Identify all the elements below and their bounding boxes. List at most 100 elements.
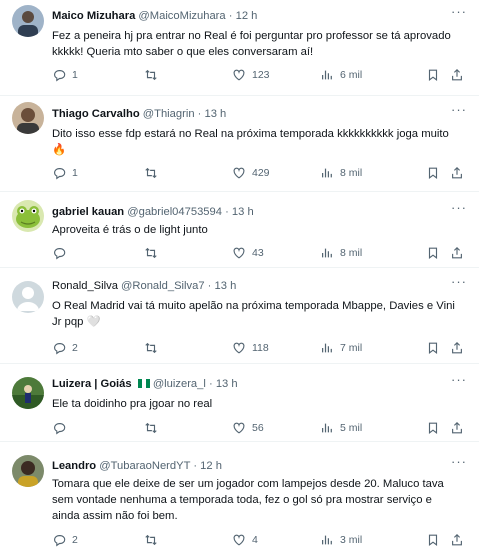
like-button[interactable]: 429: [232, 164, 270, 182]
tweet-header: Leandro @TubaraoNerdYT · 12 h: [52, 459, 449, 473]
views-icon: [322, 423, 332, 433]
timestamp[interactable]: 13 h: [232, 206, 254, 218]
user-handle[interactable]: @luizera_l: [153, 378, 206, 390]
separator-dot: ·: [225, 206, 229, 218]
bookmark-button[interactable]: [426, 66, 440, 84]
views-button[interactable]: 7 mil: [320, 339, 362, 357]
separator-dot: ·: [228, 10, 233, 22]
user-handle[interactable]: @Thiagrin: [143, 108, 195, 120]
retweet-button[interactable]: [144, 164, 164, 182]
avatar[interactable]: [12, 200, 44, 232]
like-button[interactable]: 43: [232, 244, 264, 262]
views-button[interactable]: 5 mil: [320, 419, 362, 437]
like-button[interactable]: 56: [232, 419, 264, 437]
reply-button[interactable]: 2: [52, 531, 78, 549]
reply-button[interactable]: 2: [52, 339, 78, 357]
views-icon: [322, 248, 332, 258]
views-icon: [322, 168, 332, 178]
display-name[interactable]: Ronald_Silva: [52, 280, 118, 292]
like-count: 123: [252, 69, 270, 81]
reply-button[interactable]: [52, 244, 72, 262]
user-handle[interactable]: @TubaraoNerdYT: [99, 460, 190, 472]
retweet-button[interactable]: [144, 66, 164, 84]
like-button[interactable]: 4: [232, 531, 258, 549]
bookmark-button[interactable]: [426, 244, 440, 262]
more-icon[interactable]: ···: [451, 5, 467, 21]
timestamp[interactable]: 12 h: [236, 10, 258, 22]
avatar[interactable]: [12, 102, 44, 134]
views-button[interactable]: 6 mil: [320, 66, 362, 84]
tweet[interactable]: Maico Mizuhara @MaicoMizuhara · 12 h ···…: [0, 0, 479, 96]
bookmark-icon: [428, 167, 438, 179]
bookmark-button[interactable]: [426, 339, 440, 357]
avatar[interactable]: [12, 455, 44, 487]
share-icon: [452, 68, 462, 81]
timestamp[interactable]: 13 h: [205, 108, 227, 120]
like-button[interactable]: 123: [232, 66, 270, 84]
display-name[interactable]: Luizera | Goiás: [52, 378, 132, 390]
retweet-button[interactable]: [144, 339, 164, 357]
views-button[interactable]: 8 mil: [320, 164, 362, 182]
display-name[interactable]: gabriel kauan: [52, 206, 124, 218]
like-button[interactable]: 118: [232, 339, 269, 357]
avatar[interactable]: [12, 377, 44, 409]
views-button[interactable]: 8 mil: [320, 244, 362, 262]
tweet-header: Luizera | Goiás @luizera_l · 13 h: [52, 377, 449, 391]
more-icon[interactable]: ···: [451, 275, 467, 291]
display-name[interactable]: Leandro: [52, 460, 96, 472]
reply-button[interactable]: 1: [52, 164, 78, 182]
tweet-text: Dito isso esse fdp estará no Real na pró…: [52, 128, 449, 156]
timestamp[interactable]: 13 h: [216, 378, 238, 390]
avatar[interactable]: [12, 281, 44, 313]
more-icon[interactable]: ···: [451, 373, 467, 389]
share-button[interactable]: [450, 244, 464, 262]
timestamp[interactable]: 13 h: [215, 280, 237, 292]
tweet-header: Thiago Carvalho @Thiagrin · 13 h: [52, 107, 449, 121]
tweet[interactable]: Leandro @TubaraoNerdYT · 12 h ··· Tomara…: [0, 442, 479, 560]
bookmark-icon: [428, 247, 438, 259]
tweet[interactable]: gabriel kauan @gabriel04753594 · 13 h ··…: [0, 192, 479, 268]
more-icon[interactable]: ···: [451, 103, 467, 119]
more-icon[interactable]: ···: [451, 455, 467, 471]
reply-button[interactable]: 1: [52, 66, 78, 84]
display-name[interactable]: Maico Mizuhara: [52, 10, 135, 22]
user-handle[interactable]: @gabriel04753594: [127, 206, 222, 218]
display-name[interactable]: Thiago Carvalho: [52, 108, 140, 120]
tweet[interactable]: Luizera | Goiás @luizera_l · 13 h ··· El…: [0, 364, 479, 442]
reply-count: 1: [72, 167, 78, 179]
like-count: 118: [252, 342, 269, 354]
share-button[interactable]: [450, 66, 464, 84]
more-icon[interactable]: ···: [451, 201, 467, 217]
retweet-button[interactable]: [144, 531, 164, 549]
bookmark-button[interactable]: [426, 531, 440, 549]
retweet-icon: [145, 534, 157, 546]
share-button[interactable]: [450, 531, 464, 549]
action-bar: 56 5 mil: [52, 419, 467, 437]
views-icon: [322, 70, 332, 80]
views-button[interactable]: 3 mil: [320, 531, 362, 549]
user-handle[interactable]: @Ronald_Silva7: [121, 280, 205, 292]
reply-icon: [54, 343, 66, 355]
separator-dot: ·: [207, 280, 212, 292]
user-handle[interactable]: @MaicoMizuhara: [138, 10, 225, 22]
reply-icon: [54, 423, 66, 435]
bookmark-button[interactable]: [426, 419, 440, 437]
reply-button[interactable]: [52, 419, 72, 437]
separator-dot: ·: [197, 108, 202, 120]
bookmark-button[interactable]: [426, 164, 440, 182]
timestamp[interactable]: 12 h: [200, 460, 222, 472]
retweet-button[interactable]: [144, 244, 164, 262]
tweet-header: Ronald_Silva @Ronald_Silva7 · 13 h: [52, 279, 449, 293]
retweet-button[interactable]: [144, 419, 164, 437]
share-icon: [452, 246, 462, 259]
reply-count: 2: [72, 534, 78, 546]
tweet-text: Fez a peneira hj pra entrar no Real é fo…: [52, 30, 451, 58]
views-icon: [322, 343, 332, 353]
share-button[interactable]: [450, 164, 464, 182]
tweet[interactable]: Ronald_Silva @Ronald_Silva7 · 13 h ··· O…: [0, 268, 479, 364]
avatar[interactable]: [12, 5, 44, 37]
share-button[interactable]: [450, 339, 464, 357]
view-count: 5 mil: [340, 422, 363, 434]
share-button[interactable]: [450, 419, 464, 437]
tweet[interactable]: Thiago Carvalho @Thiagrin · 13 h ··· Dit…: [0, 96, 479, 192]
